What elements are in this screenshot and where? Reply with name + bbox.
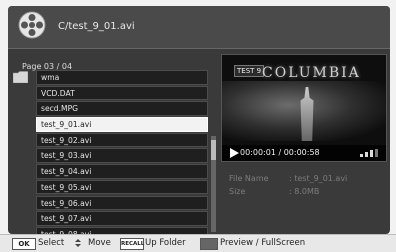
file-list-item[interactable]: VCD.DAT	[36, 85, 208, 101]
header-bar: C/test_9_01.avi	[8, 6, 390, 49]
up-folder-label: Up Folder	[145, 238, 186, 248]
file-list: wma VCD.DAT secd.MPG test_9_01.avi test_9_02…	[36, 70, 208, 243]
file-list-item[interactable]: test_9_06.avi	[36, 195, 208, 210]
move-arrows-icon	[75, 239, 81, 247]
file-list-item[interactable]: wma	[36, 70, 208, 85]
file-list-item[interactable]: secd.MPG	[36, 101, 208, 116]
video-preview[interactable]: TEST 9 COLUMBIA 00:00:01 / 00:00:58	[221, 54, 387, 162]
current-path: C/test_9_01.avi	[58, 21, 135, 32]
file-list-scrollbar[interactable]	[211, 136, 216, 232]
file-list-item[interactable]: test_9_01.avi	[36, 117, 208, 132]
file-info: File Name : test_9_01.avi Size : 8.0MB	[229, 174, 347, 200]
play-icon[interactable]	[228, 147, 240, 159]
file-name-value: : test_9_01.avi	[289, 174, 348, 183]
file-list-item[interactable]: test_9_03.avi	[36, 148, 208, 163]
preview-panel: TEST 9 COLUMBIA 00:00:01 / 00:00:58 File…	[221, 50, 387, 233]
ok-key[interactable]: OK	[12, 238, 36, 250]
scrollbar-thumb[interactable]	[211, 140, 216, 160]
file-size-row: Size : 8.0MB	[229, 187, 347, 196]
preview-title: COLUMBIA	[262, 65, 361, 81]
file-size-label: Size	[229, 187, 246, 196]
select-label: Select	[38, 238, 65, 248]
file-list-item[interactable]: test_9_07.avi	[36, 211, 208, 226]
preview-fullscreen-label: Preview / FullScreen	[220, 238, 306, 248]
file-list-item[interactable]: test_9_02.avi	[36, 132, 208, 148]
preview-badge: TEST 9	[234, 65, 265, 77]
preview-fullscreen-key[interactable]	[200, 238, 218, 250]
move-label: Move	[88, 238, 111, 248]
help-bar: OK Select Move RECALL Up Folder Preview …	[0, 234, 396, 252]
file-browser: Page 03 / 04 wma VCD.DAT secd.MPG test_9_01…	[10, 50, 210, 242]
file-name-label: File Name	[229, 174, 269, 183]
media-player-screen: C/test_9_01.avi Page 03 / 04 wma VCD.DAT s…	[8, 6, 390, 242]
signal-icon	[360, 149, 378, 157]
file-list-item[interactable]: test_9_04.avi	[36, 164, 208, 179]
file-name-row: File Name : test_9_01.avi	[229, 174, 347, 183]
playback-time: 00:00:01 / 00:00:58	[240, 148, 320, 157]
file-size-value: : 8.0MB	[289, 187, 320, 196]
film-reel-icon	[18, 11, 46, 39]
file-list-item[interactable]: test_9_05.avi	[36, 179, 208, 195]
playback-bar: 00:00:01 / 00:00:58	[222, 145, 386, 161]
folder-icon	[13, 71, 28, 83]
recall-key[interactable]: RECALL	[120, 238, 144, 250]
